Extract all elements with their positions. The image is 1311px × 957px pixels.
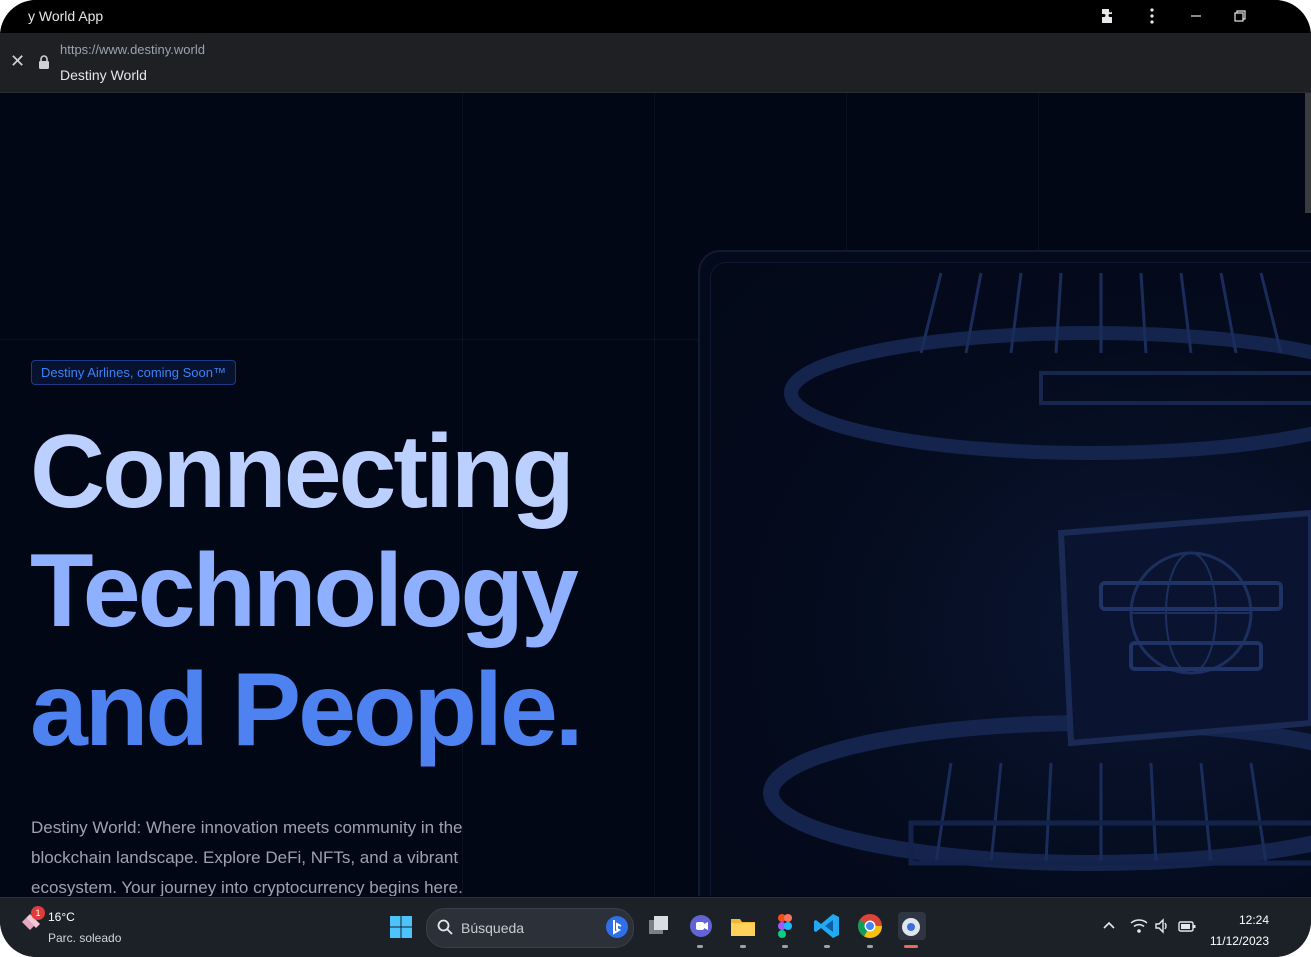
search-placeholder: Búsqueda <box>461 920 525 936</box>
weather-temperature: 16°C <box>48 910 75 924</box>
app-title: y World App <box>28 8 104 24</box>
chevron-up-icon[interactable] <box>1102 918 1116 932</box>
notification-badge: 1 <box>31 906 45 920</box>
clock-time: 12:24 <box>1238 913 1269 927</box>
app-icon[interactable] <box>898 912 926 940</box>
battery-icon[interactable] <box>1178 918 1196 934</box>
task-view-icon[interactable] <box>645 912 673 940</box>
running-indicator <box>697 945 703 948</box>
taskbar: 1 16°C Parc. soleado Búsqueda 12:24 11/1… <box>0 897 1311 957</box>
taskbar-search[interactable]: Búsqueda <box>426 908 634 948</box>
teams-icon[interactable] <box>687 912 715 940</box>
grid-line <box>654 93 655 896</box>
window: y World App ✕ https://www.destiny.world … <box>0 0 1311 957</box>
bing-icon[interactable] <box>605 915 629 939</box>
headline-line: Connecting <box>30 414 575 530</box>
headline-line: and People. <box>30 652 584 768</box>
figma-icon[interactable] <box>771 912 799 940</box>
minimize-icon[interactable] <box>1185 4 1207 28</box>
page-content: Destiny Airlines, coming Soon™ Connectin… <box>0 93 1311 896</box>
more-options-icon[interactable] <box>1141 4 1163 28</box>
page-title: Destiny World <box>60 67 147 83</box>
close-icon[interactable]: ✕ <box>10 51 25 72</box>
hero-image-frame <box>698 250 1311 896</box>
title-bar: y World App <box>0 0 1311 33</box>
announcement-badge[interactable]: Destiny Airlines, coming Soon™ <box>31 360 236 385</box>
world-pass-illustration <box>710 262 1311 896</box>
windows-start-icon[interactable] <box>389 915 413 939</box>
extensions-icon[interactable] <box>1097 4 1119 28</box>
scrollbar[interactable] <box>1305 93 1311 213</box>
vscode-icon[interactable] <box>813 912 841 940</box>
system-clock[interactable]: 12:24 11/12/2023 <box>1210 910 1269 952</box>
headline-line: Technology <box>30 533 579 649</box>
title-bar-controls <box>1097 4 1251 28</box>
clock-date: 11/12/2023 <box>1209 934 1269 948</box>
restore-icon[interactable] <box>1229 4 1251 28</box>
running-indicator <box>824 945 830 948</box>
world-pass-graphic <box>763 272 1311 871</box>
lock-icon[interactable] <box>37 54 51 70</box>
file-explorer-icon[interactable] <box>729 912 757 940</box>
chrome-icon[interactable] <box>856 912 884 940</box>
address-bar: ✕ https://www.destiny.world Destiny Worl… <box>0 33 1311 93</box>
volume-icon[interactable] <box>1154 918 1170 934</box>
weather-condition: Parc. soleado <box>48 931 122 945</box>
url-text[interactable]: https://www.destiny.world <box>60 42 205 57</box>
hero-headline: Connecting Technology and People. <box>30 413 584 770</box>
running-indicator <box>782 945 788 948</box>
running-indicator <box>867 945 873 948</box>
running-indicator <box>740 945 746 948</box>
hero-description: Destiny World: Where innovation meets co… <box>31 818 463 896</box>
wifi-icon[interactable] <box>1130 918 1148 934</box>
active-indicator <box>904 945 918 948</box>
search-icon <box>437 919 453 935</box>
